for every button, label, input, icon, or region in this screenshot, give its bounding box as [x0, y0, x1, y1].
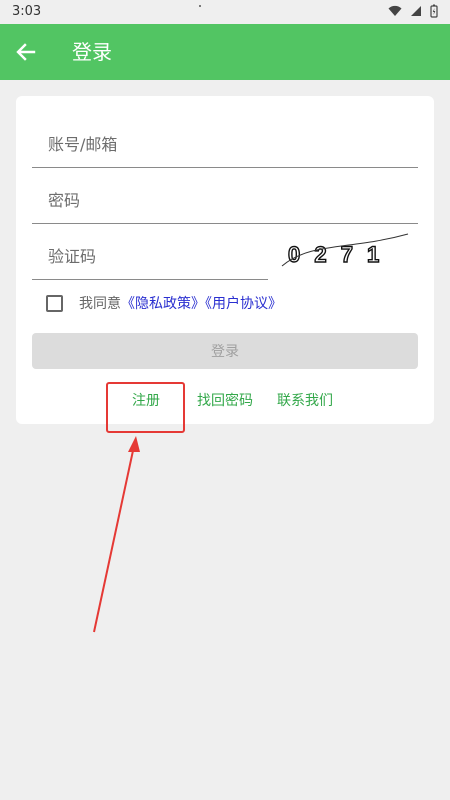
contact-us-link[interactable]: 联系我们 [277, 390, 333, 410]
captcha-input[interactable] [32, 242, 268, 270]
forgot-password-link[interactable]: 找回密码 [197, 390, 253, 410]
back-button[interactable] [12, 38, 40, 66]
page-title: 登录 [72, 40, 112, 64]
annotation-highlight-box [106, 382, 185, 433]
privacy-policy-link[interactable]: 《隐私政策》 [121, 296, 205, 312]
agreement-text: 我同意《隐私政策》《用户协议》 [79, 293, 282, 313]
account-field [32, 112, 418, 168]
user-agreement-link[interactable]: 《用户协议》 [205, 296, 282, 312]
notification-dot [199, 5, 201, 7]
battery-icon [430, 4, 438, 18]
signal-icon [411, 6, 421, 16]
arrow-left-icon [16, 43, 36, 61]
login-card: 0 2 7 1 我同意《隐私政策》《用户协议》 登录 注册 找回密码 联系我们 [16, 96, 434, 424]
agreement-checkbox[interactable] [46, 294, 63, 312]
agreement-row: 我同意《隐私政策》《用户协议》 [46, 292, 282, 314]
captcha-image[interactable]: 0 2 7 1 [280, 230, 410, 276]
status-bar: 3:03 [0, 0, 450, 24]
status-icons [388, 4, 438, 18]
login-button[interactable]: 登录 [32, 333, 418, 369]
captcha-field [32, 224, 268, 280]
status-time: 3:03 [12, 4, 42, 19]
account-input[interactable] [32, 130, 418, 158]
wifi-icon [388, 5, 402, 16]
app-bar: 登录 [0, 24, 450, 80]
password-field [32, 168, 418, 224]
password-input[interactable] [32, 186, 418, 214]
agreement-prefix: 我同意 [79, 296, 121, 312]
